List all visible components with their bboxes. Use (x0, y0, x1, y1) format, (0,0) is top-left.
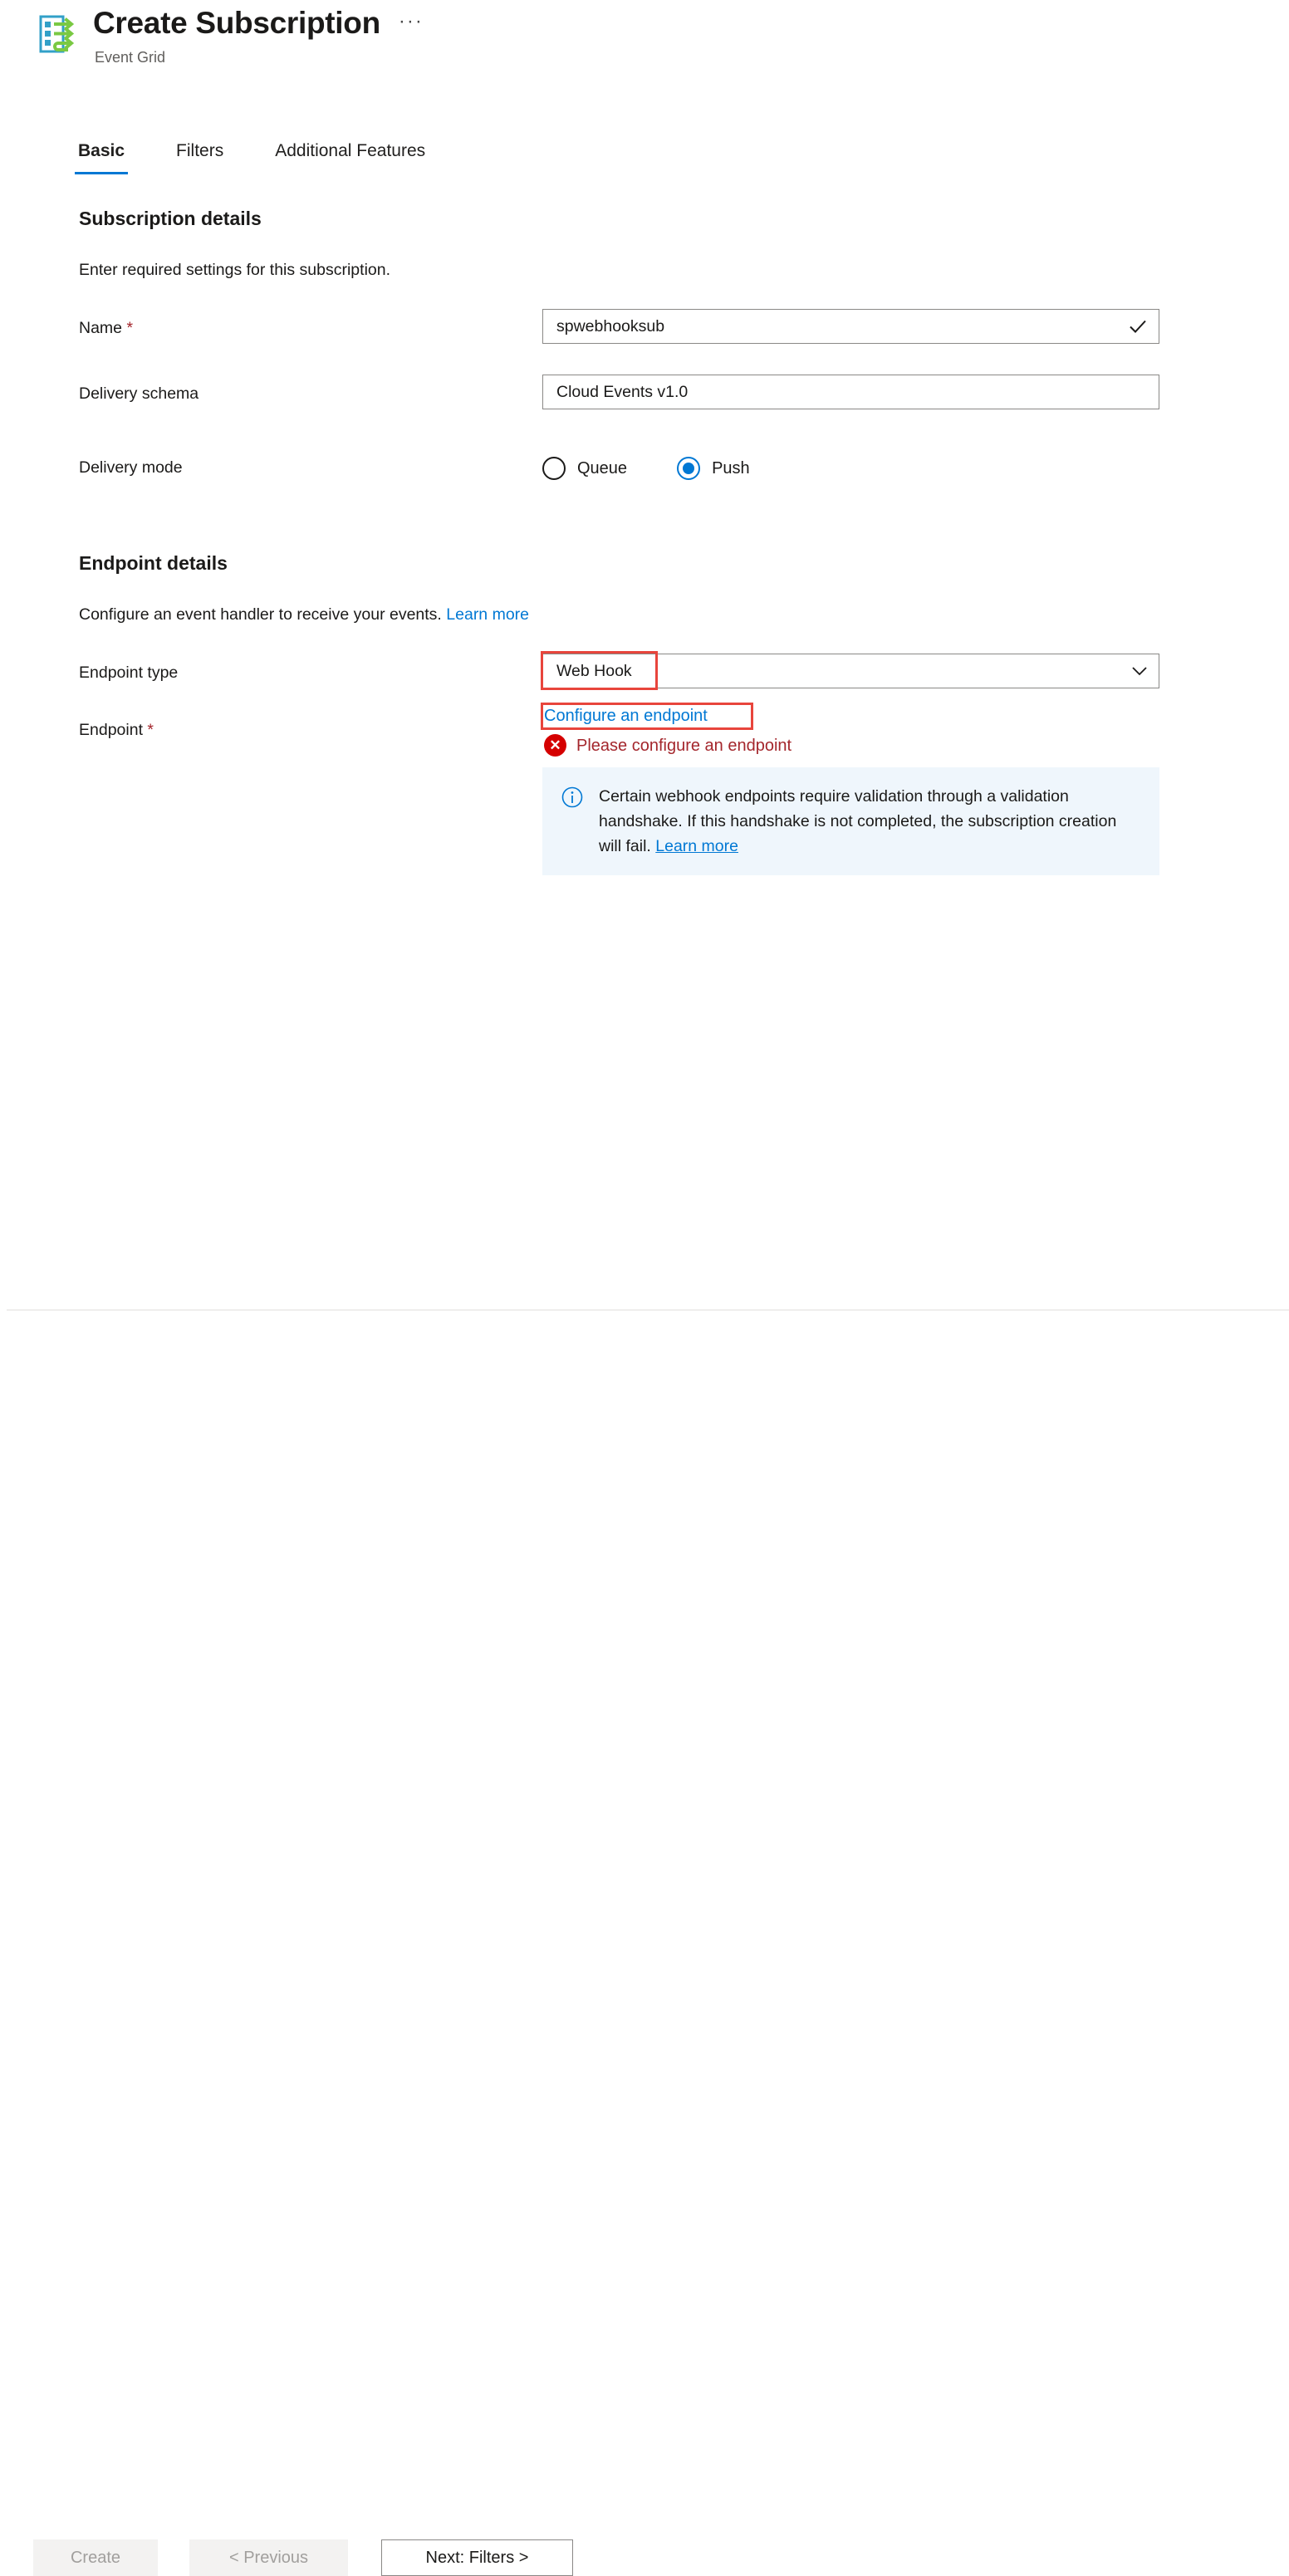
next-filters-button[interactable]: Next: Filters > (381, 2539, 573, 2576)
endpoint-details-description: Configure an event handler to receive yo… (79, 604, 529, 625)
name-label-text: Name (79, 319, 122, 337)
event-grid-icon (37, 13, 76, 55)
tab-basic[interactable]: Basic (75, 140, 128, 174)
more-options-button[interactable]: ··· (399, 10, 424, 33)
tab-filters[interactable]: Filters (173, 140, 227, 174)
tab-bar: Basic Filters Additional Features (75, 131, 473, 174)
checkmark-icon (1127, 316, 1149, 337)
endpoint-details-description-text: Configure an event handler to receive yo… (79, 605, 442, 624)
endpoint-label: Endpoint * (79, 719, 154, 741)
delivery-mode-radio-group: Queue Push (542, 457, 800, 480)
delivery-schema-label: Delivery schema (79, 383, 198, 404)
radio-unchecked-icon (542, 457, 566, 480)
info-banner-learn-more-link[interactable]: Learn more (655, 837, 738, 855)
delivery-mode-option-queue-label: Queue (577, 458, 627, 479)
info-circle-icon (561, 786, 584, 809)
delivery-mode-option-push-label: Push (712, 458, 750, 479)
endpoint-error-message: ✕ Please configure an endpoint (544, 734, 792, 757)
endpoint-details-heading: Endpoint details (79, 551, 228, 575)
endpoint-details-learn-more-link[interactable]: Learn more (446, 605, 529, 624)
endpoint-type-dropdown[interactable]: Web Hook (542, 654, 1159, 688)
delivery-schema-input[interactable]: Cloud Events v1.0 (542, 375, 1159, 409)
page-subtitle: Event Grid (95, 47, 165, 68)
endpoint-type-value: Web Hook (556, 660, 1130, 682)
configure-endpoint-link[interactable]: Configure an endpoint (544, 704, 708, 727)
radio-checked-icon (677, 457, 700, 480)
page-header: Create Subscription ··· Event Grid (33, 0, 1196, 91)
footer-bar: Create < Previous Next: Filters > (0, 1310, 1289, 1403)
create-button[interactable]: Create (33, 2539, 158, 2576)
name-label: Name * (79, 317, 133, 339)
left-edge-rail (0, 0, 7, 1403)
endpoint-label-text: Endpoint (79, 721, 143, 739)
endpoint-type-label: Endpoint type (79, 662, 178, 683)
chevron-down-icon (1130, 662, 1149, 680)
error-circle-icon: ✕ (544, 734, 566, 757)
tab-additional-features[interactable]: Additional Features (272, 140, 429, 174)
previous-button[interactable]: < Previous (189, 2539, 348, 2576)
webhook-validation-info-banner: Certain webhook endpoints require valida… (542, 767, 1159, 875)
delivery-schema-value: Cloud Events v1.0 (556, 381, 1149, 403)
info-banner-text-block: Certain webhook endpoints require valida… (599, 784, 1141, 859)
name-input-value: spwebhooksub (556, 316, 1127, 337)
delivery-mode-option-push[interactable]: Push (677, 457, 750, 480)
subscription-details-heading: Subscription details (79, 206, 262, 231)
name-input[interactable]: spwebhooksub (542, 309, 1159, 344)
delivery-mode-label: Delivery mode (79, 457, 183, 478)
title-row: Create Subscription ··· (93, 2, 424, 45)
name-required-marker: * (126, 319, 133, 337)
endpoint-required-marker: * (147, 721, 154, 739)
page-title: Create Subscription (93, 2, 380, 45)
delivery-mode-option-queue[interactable]: Queue (542, 457, 627, 480)
endpoint-error-text: Please configure an endpoint (576, 735, 792, 757)
subscription-details-description: Enter required settings for this subscri… (79, 259, 390, 281)
